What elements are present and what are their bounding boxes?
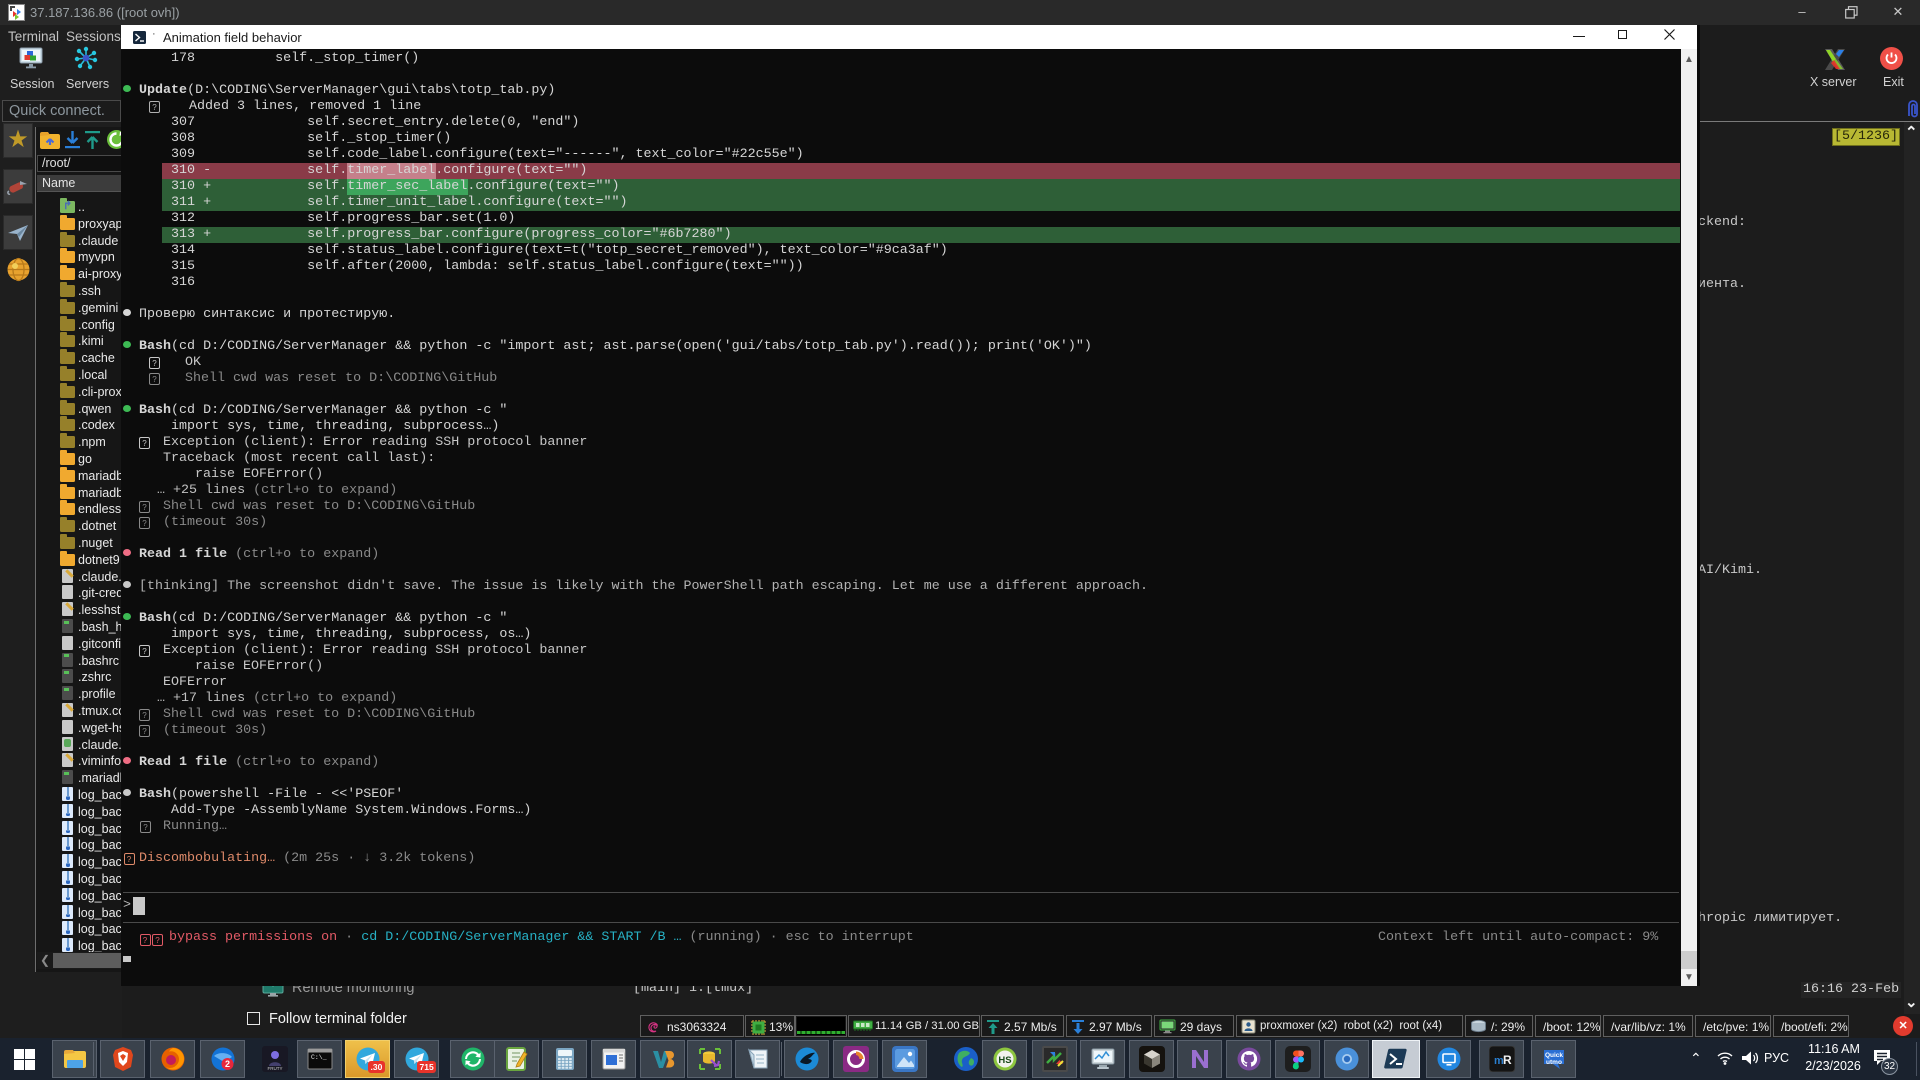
svg-text:C:\_: C:\_	[311, 1054, 327, 1061]
svg-text:2: 2	[224, 1059, 229, 1069]
svg-text:HS: HS	[998, 1055, 1011, 1066]
svg-text:Quick: Quick	[1544, 1052, 1562, 1059]
svg-text:R: R	[1503, 1053, 1512, 1067]
svg-text:FRUTY: FRUTY	[268, 1066, 283, 1071]
svg-text:utmo: utmo	[1546, 1059, 1562, 1066]
